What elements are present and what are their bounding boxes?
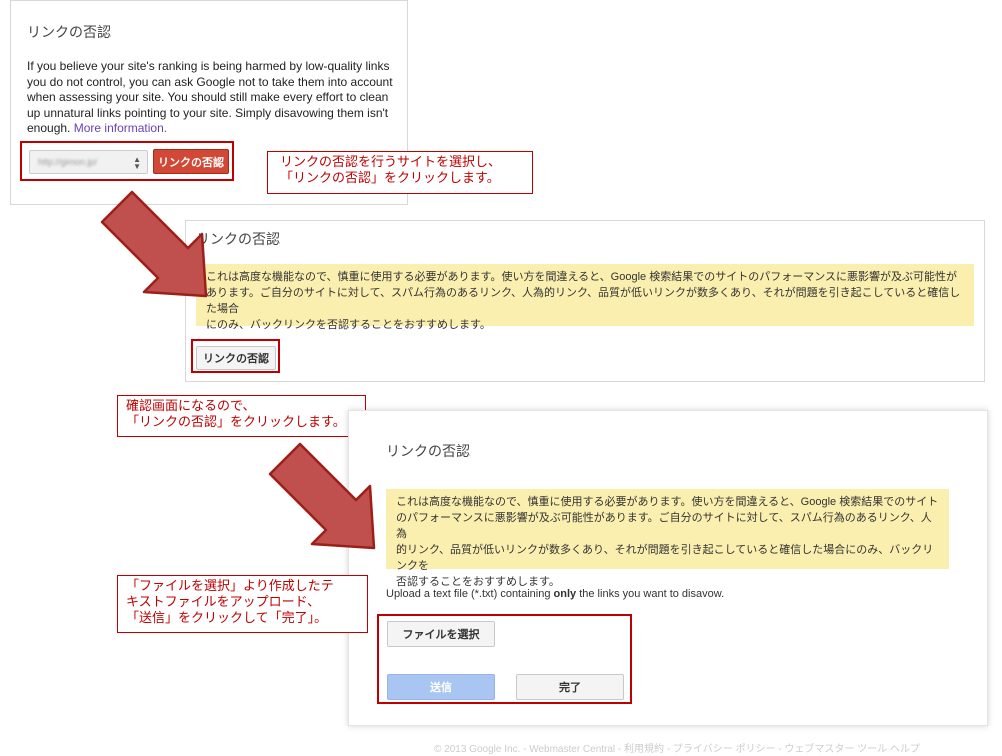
- instruction-callout-step1: リンクの否認を行うサイトを選択し、 「リンクの否認」をクリックします。: [267, 151, 533, 194]
- more-information-link[interactable]: More information.: [74, 121, 167, 135]
- highlight-box-step1: [20, 141, 234, 181]
- warning-line: 的リンク、品質が低いリンクが数多くあり、それが問題を引き起こしていると確信した場…: [396, 544, 934, 572]
- upload-text-bold: only: [553, 588, 577, 600]
- panel-title: リンクの否認: [196, 231, 280, 247]
- callout-line: 「ファイルを選択」より作成したテ: [126, 578, 334, 593]
- warning-line: これは高度な機能なので、慎重に使用する必要があります。使い方を間違えると、Goo…: [396, 496, 939, 508]
- warning-line: のパフォーマンスに悪影響が及ぶ可能性があります。ご自分のサイトに対して、スパム行…: [396, 512, 932, 540]
- warning-line: これは高度な機能なので、慎重に使用する必要があります。使い方を間違えると、Goo…: [206, 271, 957, 283]
- callout-line: 「送信」をクリックして「完了」。: [126, 610, 328, 625]
- callout-line: 「リンクの否認」をクリックします。: [280, 170, 500, 185]
- upload-instruction: Upload a text file (*.txt) containing on…: [386, 587, 724, 603]
- warning-box: これは高度な機能なので、慎重に使用する必要があります。使い方を間違えると、Goo…: [386, 489, 949, 588]
- warning-line: にのみ、バックリンクを否認することをおすすめします。: [206, 319, 491, 331]
- upload-text: the links you want to disavow.: [576, 588, 725, 600]
- callout-line: 確認画面になるので、: [126, 398, 256, 413]
- upload-text: Upload a text file (*.txt) containing: [386, 588, 554, 600]
- page-footer: © 2013 Google Inc. - Webmaster Central -…: [434, 744, 920, 755]
- panel-title: リンクの否認: [27, 24, 111, 40]
- warning-line: あります。ご自分のサイトに対して、スパム行為のあるリンク、人為的リンク、品質が低…: [206, 287, 961, 315]
- callout-line: リンクの否認を行うサイトを選択し、: [280, 154, 502, 169]
- callout-line: 「リンクの否認」をクリックします。: [126, 414, 346, 429]
- instruction-callout-step3: 「ファイルを選択」より作成したテ キストファイルをアップロード、 「送信」をクリ…: [117, 575, 368, 633]
- disavow-panel-confirm: リンクの否認 これは高度な機能なので、慎重に使用する必要があります。使い方を間違…: [185, 220, 985, 382]
- panel-description: If you believe your site's ranking is be…: [27, 59, 399, 137]
- highlight-box-step2: [191, 339, 280, 373]
- callout-line: キストファイルをアップロード、: [126, 594, 321, 609]
- instruction-callout-step2: 確認画面になるので、 「リンクの否認」をクリックします。: [117, 395, 366, 437]
- panel-title: リンクの否認: [386, 443, 470, 459]
- warning-box: これは高度な機能なので、慎重に使用する必要があります。使い方を間違えると、Goo…: [196, 264, 974, 331]
- highlight-box-step3: [377, 614, 632, 704]
